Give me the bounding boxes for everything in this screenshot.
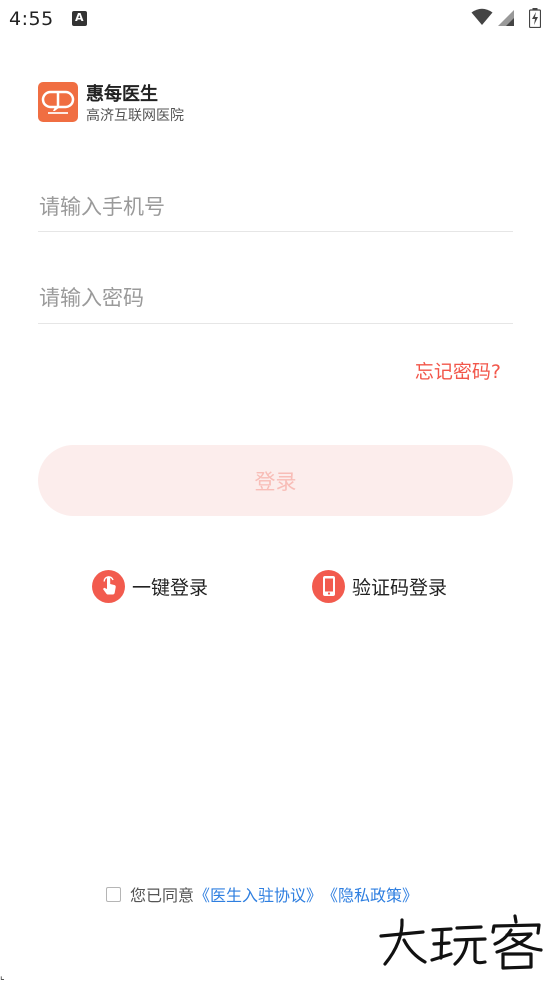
login-screen: 4:55 惠每医生 高济互联网医院 忘记: [0, 0, 551, 981]
forgot-password-link[interactable]: 忘记密码?: [415, 357, 501, 384]
battery-charging-icon: [529, 8, 541, 28]
wifi-icon: [471, 8, 493, 25]
watermark-logo: [379, 914, 543, 970]
agreement-row: 您已同意 《医生入驻协议》 《隐私政策》: [106, 882, 418, 906]
phone-icon: [312, 569, 345, 603]
agreement-prefix: 您已同意: [130, 886, 195, 905]
one-click-login-button[interactable]: 一键登录: [92, 569, 208, 603]
corner-mark: ⌞: [0, 971, 5, 981]
keyboard-a-icon: [72, 11, 87, 26]
sms-code-login-button[interactable]: 验证码登录: [312, 569, 447, 603]
agreement-checkbox[interactable]: [106, 886, 121, 902]
login-button[interactable]: 登录: [38, 445, 513, 516]
doctor-agreement-link[interactable]: 《医生入驻协议》: [194, 882, 322, 906]
brand-name: 惠每医生: [86, 84, 158, 105]
status-bar: 4:55: [0, 0, 551, 40]
status-time: 4:55: [9, 8, 54, 30]
one-click-login-label: 一键登录: [132, 576, 209, 599]
phone-input[interactable]: [38, 182, 513, 232]
speech-bubble-logo: [38, 82, 78, 122]
tap-hand-icon: [92, 569, 125, 603]
password-input[interactable]: [38, 273, 513, 324]
signal-icon: [498, 10, 514, 26]
brand-subtitle: 高济互联网医院: [86, 108, 184, 124]
sms-code-login-label: 验证码登录: [352, 576, 448, 599]
privacy-policy-link[interactable]: 《隐私政策》: [322, 882, 418, 906]
